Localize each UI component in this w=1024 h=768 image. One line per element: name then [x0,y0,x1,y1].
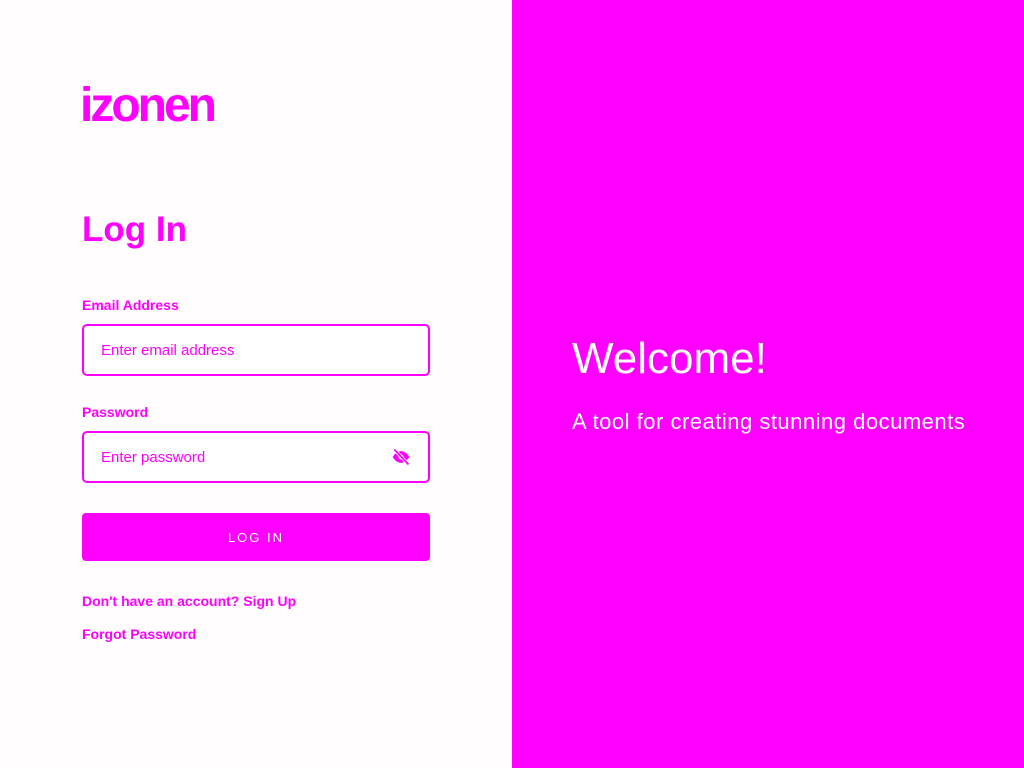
email-field-wrapper [82,324,430,376]
password-label: Password [82,404,149,420]
signup-row: Don't have an account? Sign Up [82,593,296,609]
signup-link[interactable]: Sign Up [243,593,296,609]
signup-prompt: Don't have an account? [82,593,240,609]
eye-off-icon[interactable] [391,447,411,467]
password-field-wrapper [82,431,430,483]
email-label: Email Address [82,297,179,313]
logo: izonen [80,79,217,132]
login-button[interactable]: LOG IN [82,513,430,561]
forgot-password-link[interactable]: Forgot Password [82,626,196,642]
page-title: Log In [82,210,187,249]
email-field[interactable] [101,341,411,359]
password-field[interactable] [101,448,391,466]
welcome-heading: Welcome! [572,334,767,383]
login-panel: izonen Log In Email Address Password LOG… [0,0,512,768]
welcome-panel: Welcome! A tool for creating stunning do… [512,0,1024,768]
welcome-subheading: A tool for creating stunning documents [572,409,966,434]
